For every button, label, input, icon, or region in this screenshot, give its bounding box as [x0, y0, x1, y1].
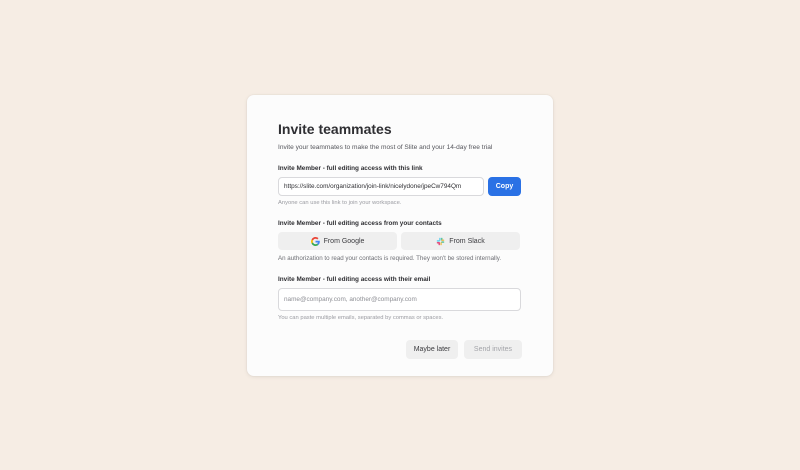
maybe-later-button[interactable]: Maybe later: [406, 340, 458, 359]
link-hint: Anyone can use this link to join your wo…: [278, 200, 402, 206]
contacts-section-label: Invite Member - full editing access from…: [278, 220, 442, 227]
dialog-actions: Maybe later Send invites: [406, 340, 522, 359]
contacts-buttons-row: From Google From Slack: [278, 232, 522, 250]
copy-link-button[interactable]: Copy: [488, 177, 521, 196]
invite-teammates-dialog: Invite teammates Invite your teammates t…: [247, 95, 553, 376]
dialog-title: Invite teammates: [278, 121, 392, 137]
email-section-label: Invite Member - full editing access with…: [278, 276, 431, 283]
slack-icon: [437, 237, 445, 245]
invite-link-field[interactable]: [278, 177, 484, 196]
google-icon: [310, 236, 320, 246]
dialog-subtitle: Invite your teammates to make the most o…: [278, 144, 493, 151]
contacts-note: An authorization to read your contacts i…: [278, 255, 502, 262]
send-invites-button[interactable]: Send invites: [464, 340, 522, 359]
from-slack-label: From Slack: [449, 237, 485, 245]
email-field[interactable]: [278, 288, 521, 311]
from-slack-button[interactable]: From Slack: [401, 232, 520, 250]
link-section-label: Invite Member - full editing access with…: [278, 165, 423, 172]
from-google-button[interactable]: From Google: [278, 232, 397, 250]
invite-link-row: Copy: [278, 177, 522, 196]
email-hint: You can paste multiple emails, separated…: [278, 315, 444, 321]
from-google-label: From Google: [323, 237, 365, 245]
